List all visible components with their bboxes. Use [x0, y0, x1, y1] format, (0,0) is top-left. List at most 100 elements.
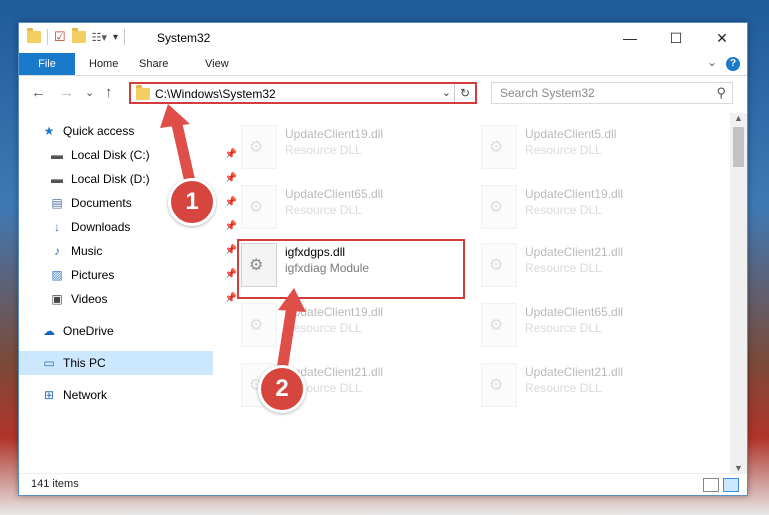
- music-icon: ♪: [54, 244, 60, 258]
- file-name: UpdateClient5.dll: [525, 127, 617, 141]
- step-badge-1: 1: [168, 178, 216, 226]
- properties-icon[interactable]: ☑: [54, 29, 66, 45]
- sidebar-item-label: Pictures: [71, 268, 115, 282]
- step-badge-2: 2: [258, 365, 306, 413]
- file-name: UpdateClient21.dll: [525, 365, 624, 379]
- file-name: UpdateClient19.dll: [285, 127, 384, 141]
- help-icon[interactable]: ?: [726, 57, 740, 71]
- scroll-up-icon[interactable]: ▲: [734, 113, 743, 123]
- highlight-box: [237, 239, 465, 299]
- file-description: Resource DLL: [525, 261, 602, 275]
- explorer-window: ☑ ☷▾ ▾ System32 — ☐ ✕ File Home Share Vi…: [18, 22, 748, 496]
- sidebar-item-label: Videos: [71, 292, 108, 306]
- file-name: UpdateClient21.dll: [525, 245, 624, 259]
- address-path[interactable]: C:\Windows\System32: [155, 87, 276, 101]
- details-view-icon[interactable]: [703, 478, 719, 492]
- sidebar-item-label: OneDrive: [63, 324, 114, 338]
- sidebar-item-pictures[interactable]: ▨ Pictures 📌: [19, 263, 243, 287]
- navigation-pane: ★ Quick access ▬ Local Disk (C:) 📌 ▬ Loc…: [19, 113, 237, 473]
- sidebar-item-downloads[interactable]: ↓ Downloads 📌: [19, 215, 243, 239]
- gear-icon: ⚙: [489, 377, 504, 394]
- gear-icon: ⚙: [489, 317, 504, 334]
- sidebar-item-label: This PC: [63, 356, 106, 370]
- file-tile[interactable]: ⚙ UpdateClient21.dll Resource DLL: [479, 357, 709, 413]
- up-button[interactable]: ↑: [105, 84, 113, 101]
- qat-dropdown-icon[interactable]: ▾: [113, 32, 118, 43]
- refresh-icon[interactable]: ↻: [454, 84, 475, 102]
- scrollbar-thumb[interactable]: [733, 127, 744, 167]
- tab-file[interactable]: File: [19, 53, 75, 75]
- file-tile[interactable]: ⚙ UpdateClient65.dll Resource DLL: [239, 179, 469, 235]
- vertical-scrollbar[interactable]: ▲ ▼: [730, 113, 747, 473]
- file-tile[interactable]: ⚙ UpdateClient21.dll Resource DLL: [479, 237, 709, 293]
- star-icon: ★: [43, 124, 55, 138]
- file-tile[interactable]: ⚙ UpdateClient65.dll Resource DLL: [479, 297, 709, 353]
- file-name: UpdateClient19.dll: [285, 305, 384, 319]
- cloud-icon: ☁: [43, 324, 55, 338]
- sidebar-item-local-disk-c[interactable]: ▬ Local Disk (C:) 📌: [19, 143, 243, 167]
- gear-icon: ⚙: [489, 139, 504, 156]
- toolbar-divider: [47, 29, 48, 45]
- file-name: UpdateClient65.dll: [285, 187, 384, 201]
- close-button[interactable]: ✕: [699, 23, 745, 53]
- sidebar-item-label: Documents: [71, 196, 132, 210]
- drive-icon: ▬: [51, 148, 63, 162]
- tab-share[interactable]: Share: [125, 53, 182, 75]
- sidebar-item-label: Music: [71, 244, 103, 258]
- gear-icon: ⚙: [489, 199, 504, 216]
- video-icon: ▣: [51, 292, 63, 306]
- tab-home[interactable]: Home: [75, 53, 132, 75]
- gear-icon: ⚙: [249, 139, 264, 156]
- customize-icon[interactable]: ☷▾: [92, 31, 107, 44]
- maximize-button[interactable]: ☐: [653, 23, 699, 53]
- tab-view[interactable]: View: [191, 53, 243, 75]
- sidebar-item-label: Network: [63, 388, 108, 402]
- file-tile[interactable]: ⚙ UpdateClient19.dll Resource DLL: [239, 119, 469, 175]
- download-icon: ↓: [54, 220, 60, 234]
- file-tile[interactable]: ⚙ UpdateClient19.dll Resource DLL: [479, 179, 709, 235]
- network-icon: ⊞: [43, 388, 55, 402]
- pictures-icon: ▨: [51, 268, 63, 282]
- large-icons-view-icon[interactable]: [723, 478, 739, 492]
- file-description: Resource DLL: [525, 143, 602, 157]
- window-title: System32: [157, 31, 211, 45]
- scroll-down-icon[interactable]: ▼: [734, 463, 743, 473]
- sidebar-item-quick-access[interactable]: ★ Quick access: [19, 119, 235, 143]
- toolbar-divider: [124, 29, 126, 45]
- navigation-bar: ← → ⌄ ↑ C:\Windows\System32 ⌄ ↻ Search S…: [19, 76, 747, 110]
- ribbon-expand-icon[interactable]: ⌄: [707, 55, 717, 69]
- sidebar-item-onedrive[interactable]: ☁ OneDrive: [19, 319, 235, 343]
- address-dropdown-icon[interactable]: ⌄: [442, 86, 451, 99]
- search-box[interactable]: Search System32 ⚲: [491, 82, 733, 104]
- new-folder-icon[interactable]: [71, 28, 86, 43]
- file-description: Resource DLL: [285, 143, 362, 157]
- file-description: Resource DLL: [285, 203, 362, 217]
- sidebar-item-label: Quick access: [63, 124, 135, 138]
- ribbon-tabs: File Home Share View ⌄ ?: [19, 53, 747, 76]
- folder-icon: [27, 28, 41, 43]
- search-icon[interactable]: ⚲: [716, 85, 726, 101]
- sidebar-item-this-pc[interactable]: ▭ This PC: [19, 351, 213, 375]
- file-description: Resource DLL: [525, 321, 602, 335]
- sidebar-item-label: Downloads: [71, 220, 131, 234]
- sidebar-item-videos[interactable]: ▣ Videos 📌: [19, 287, 243, 311]
- address-bar[interactable]: C:\Windows\System32 ⌄ ↻: [129, 82, 477, 104]
- file-name: UpdateClient65.dll: [525, 305, 624, 319]
- minimize-button[interactable]: —: [607, 23, 653, 53]
- file-name: UpdateClient19.dll: [525, 187, 624, 201]
- quick-access-toolbar: ☑ ☷▾ ▾: [27, 28, 126, 45]
- sidebar-item-label: Local Disk (D:): [71, 172, 150, 186]
- search-placeholder[interactable]: Search System32: [500, 86, 595, 100]
- document-icon: ▤: [51, 196, 63, 210]
- file-tile[interactable]: ⚙ UpdateClient19.dll Resource DLL: [239, 297, 469, 353]
- sidebar-item-music[interactable]: ♪ Music 📌: [19, 239, 243, 263]
- computer-icon: ▭: [43, 356, 55, 370]
- item-count: 141 items: [31, 478, 79, 490]
- sidebar-item-network[interactable]: ⊞ Network: [19, 383, 235, 407]
- gear-icon: ⚙: [489, 257, 504, 274]
- forward-button[interactable]: →: [59, 84, 74, 101]
- file-tile[interactable]: ⚙ UpdateClient5.dll Resource DLL: [479, 119, 709, 175]
- back-button[interactable]: ←: [31, 84, 46, 101]
- recent-locations-button[interactable]: ⌄: [85, 86, 94, 99]
- status-bar: 141 items: [19, 473, 747, 496]
